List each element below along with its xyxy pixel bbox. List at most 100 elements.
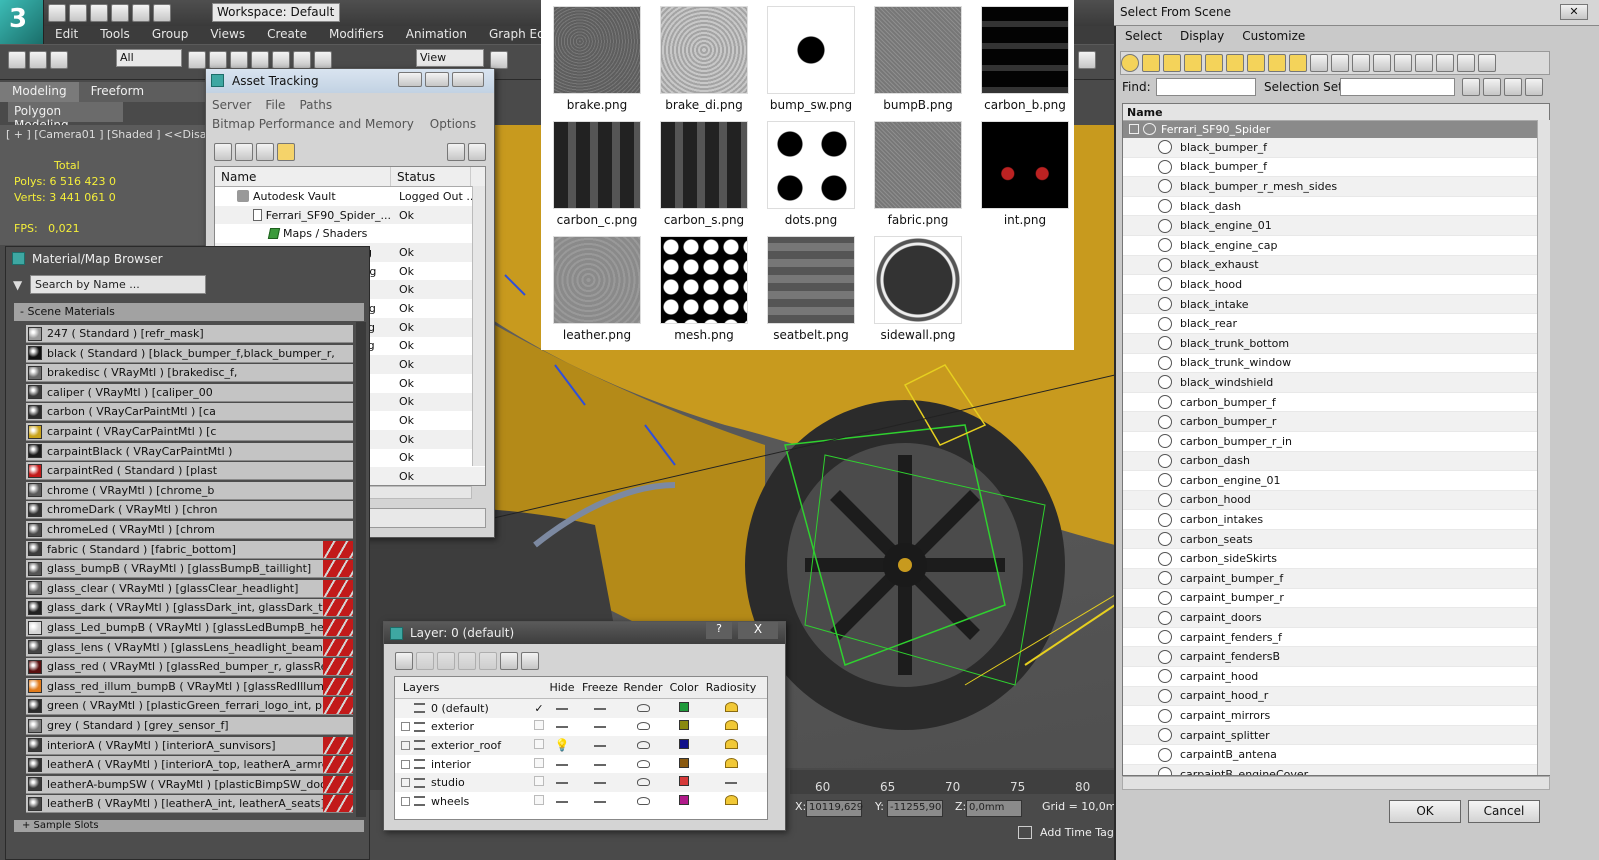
select-by-name-icon[interactable]	[209, 51, 227, 69]
sample-slots-group[interactable]: + Sample Slots	[14, 820, 364, 832]
material-row[interactable]: black ( Standard ) [black_bumper_f,black…	[26, 344, 353, 363]
tab-modeling[interactable]: Modeling	[0, 82, 79, 102]
x-coord-field[interactable]: 10119,629	[806, 800, 863, 817]
scene-object-row[interactable]: carpaint_splitter	[1123, 725, 1549, 746]
material-row[interactable]: carbon ( VRayCarPaintMtl ) [ca	[26, 403, 353, 422]
app-logo-button[interactable]: 3	[0, 0, 44, 44]
freeze-toggle[interactable]	[579, 702, 621, 715]
cancel-button[interactable]: Cancel	[1468, 800, 1540, 823]
display-spacewarps-icon[interactable]	[1226, 54, 1244, 72]
display-geometry-icon[interactable]	[1121, 54, 1139, 72]
menu-customize[interactable]: Customize	[1233, 26, 1314, 48]
link-icon[interactable]	[8, 51, 26, 69]
material-row[interactable]: interiorA ( VRayMtl ) [interiorA_sunviso…	[26, 736, 353, 755]
delete-layer-icon[interactable]	[416, 652, 434, 670]
freeze-toggle[interactable]	[579, 776, 621, 789]
scene-object-row[interactable]: black_trunk_bottom	[1123, 333, 1549, 354]
texture-thumbnail[interactable]: carbon_s.png	[654, 115, 754, 227]
scene-object-row[interactable]: black_trunk_window	[1123, 354, 1549, 374]
color-swatch[interactable]	[665, 738, 703, 752]
collapse-icon[interactable]	[1129, 124, 1139, 134]
current-layer-box-icon[interactable]	[533, 738, 545, 752]
material-row[interactable]: carpaintRed ( Standard ) [plast	[26, 462, 353, 481]
add-to-layer-icon[interactable]	[437, 652, 455, 670]
scene-object-row[interactable]: carpaint_bumper_f	[1123, 569, 1549, 589]
render-toggle[interactable]	[621, 776, 665, 789]
remove-from-set-icon[interactable]	[1504, 78, 1522, 96]
scene-object-row[interactable]: carpaintB_antena	[1123, 745, 1549, 765]
render-toggle[interactable]	[621, 739, 665, 752]
render-toggle[interactable]	[621, 720, 665, 733]
teapot-render-icon[interactable]	[1078, 51, 1096, 69]
workspace-dropdown[interactable]: Workspace: Default	[212, 3, 340, 22]
find-input[interactable]	[1156, 78, 1256, 96]
scene-object-row[interactable]: carbon_bumper_r_in	[1123, 432, 1549, 452]
scene-object-row[interactable]: carpaint_mirrors	[1123, 706, 1549, 726]
freeze-all-layers-icon[interactable]	[521, 652, 539, 670]
display-frozen-icon[interactable]	[1331, 54, 1349, 72]
color-swatch[interactable]	[665, 757, 703, 771]
highlight-layer-icon[interactable]	[479, 652, 497, 670]
display-hidden-icon[interactable]	[1352, 54, 1370, 72]
scene-object-row[interactable]: carbon_seats	[1123, 529, 1549, 550]
hide-toggle[interactable]: 💡	[545, 738, 579, 752]
col-render[interactable]: Render	[621, 681, 665, 694]
current-layer-box-icon[interactable]	[533, 776, 545, 789]
menu-display[interactable]: Display	[1171, 26, 1233, 48]
material-browser-scrollbar[interactable]	[356, 322, 366, 817]
texture-thumbnail[interactable]: carbon_b.png	[975, 0, 1075, 112]
display-groups-icon[interactable]	[1247, 54, 1265, 72]
hide-toggle[interactable]	[545, 702, 579, 715]
scene-object-row[interactable]: black_exhaust	[1123, 255, 1549, 276]
hide-toggle[interactable]	[545, 758, 579, 771]
tree-view-icon[interactable]	[256, 143, 274, 161]
filter-icon[interactable]	[1436, 54, 1454, 72]
col-color[interactable]: Color	[665, 681, 703, 694]
scene-object-row[interactable]: carbon_hood	[1123, 490, 1549, 511]
scene-object-row[interactable]: black_bumper_f	[1123, 138, 1549, 158]
invert-display-icon[interactable]	[1415, 54, 1433, 72]
texture-thumbnail[interactable]: mesh.png	[654, 230, 754, 342]
layer-row[interactable]: studio	[395, 773, 767, 792]
layer-row[interactable]: exterior_roof 💡	[395, 736, 767, 755]
scene-object-row[interactable]: carpaint_fendersB	[1123, 647, 1549, 668]
table-view-icon[interactable]	[277, 143, 295, 161]
select-in-layer-icon[interactable]	[458, 652, 476, 670]
scene-object-row[interactable]: black_rear	[1123, 314, 1549, 334]
select-dependents-icon[interactable]	[1478, 54, 1496, 72]
scene-root-row[interactable]: Ferrari_SF90_Spider	[1123, 121, 1549, 138]
radiosity-toggle[interactable]	[703, 757, 759, 771]
create-selection-set-icon[interactable]	[1462, 78, 1480, 96]
scene-object-row[interactable]: carpaintB_engineCover	[1123, 765, 1549, 775]
object-list-vscrollbar[interactable]	[1537, 120, 1550, 775]
menu-select[interactable]: Select	[1116, 26, 1171, 48]
expand-icon[interactable]	[401, 740, 410, 750]
material-row[interactable]: leatherA-bumpSW ( VRayMtl ) [plasticBimp…	[26, 775, 353, 794]
display-none-icon[interactable]	[1394, 54, 1412, 72]
pivot-center-icon[interactable]	[490, 51, 508, 69]
radiosity-toggle[interactable]	[703, 794, 759, 808]
list-view-icon[interactable]	[235, 143, 253, 161]
selection-set-dropdown[interactable]	[1340, 78, 1455, 96]
open-file-icon[interactable]	[69, 4, 87, 22]
freeze-toggle[interactable]	[579, 720, 621, 733]
scene-object-row[interactable]: black_bumper_f	[1123, 158, 1549, 178]
select-object-icon[interactable]	[188, 51, 206, 69]
asset-row[interactable]: Ferrari_SF90_Spider_... Ok	[215, 205, 485, 225]
scene-object-row[interactable]: black_intake	[1123, 294, 1549, 315]
layer-row[interactable]: 0 (default) ✓	[395, 699, 767, 718]
render-toggle[interactable]	[621, 795, 665, 808]
render-toggle[interactable]	[621, 758, 665, 771]
radiosity-toggle[interactable]	[703, 701, 759, 715]
maximize-icon[interactable]	[425, 72, 449, 87]
add-to-set-icon[interactable]	[1483, 78, 1501, 96]
menu-bitmap-performance[interactable]: Bitmap Performance and Memory	[212, 117, 414, 131]
select-children-icon[interactable]	[1457, 54, 1475, 72]
display-helpers-icon[interactable]	[1205, 54, 1223, 72]
menu-tools[interactable]: Tools	[89, 26, 141, 44]
new-file-icon[interactable]	[48, 4, 66, 22]
scene-object-row[interactable]: black_engine_01	[1123, 216, 1549, 236]
scale-icon[interactable]	[314, 51, 332, 69]
hide-toggle[interactable]	[545, 795, 579, 808]
material-row[interactable]: glass_bumpB ( VRayMtl ) [glassBumpB_tail…	[26, 560, 353, 579]
